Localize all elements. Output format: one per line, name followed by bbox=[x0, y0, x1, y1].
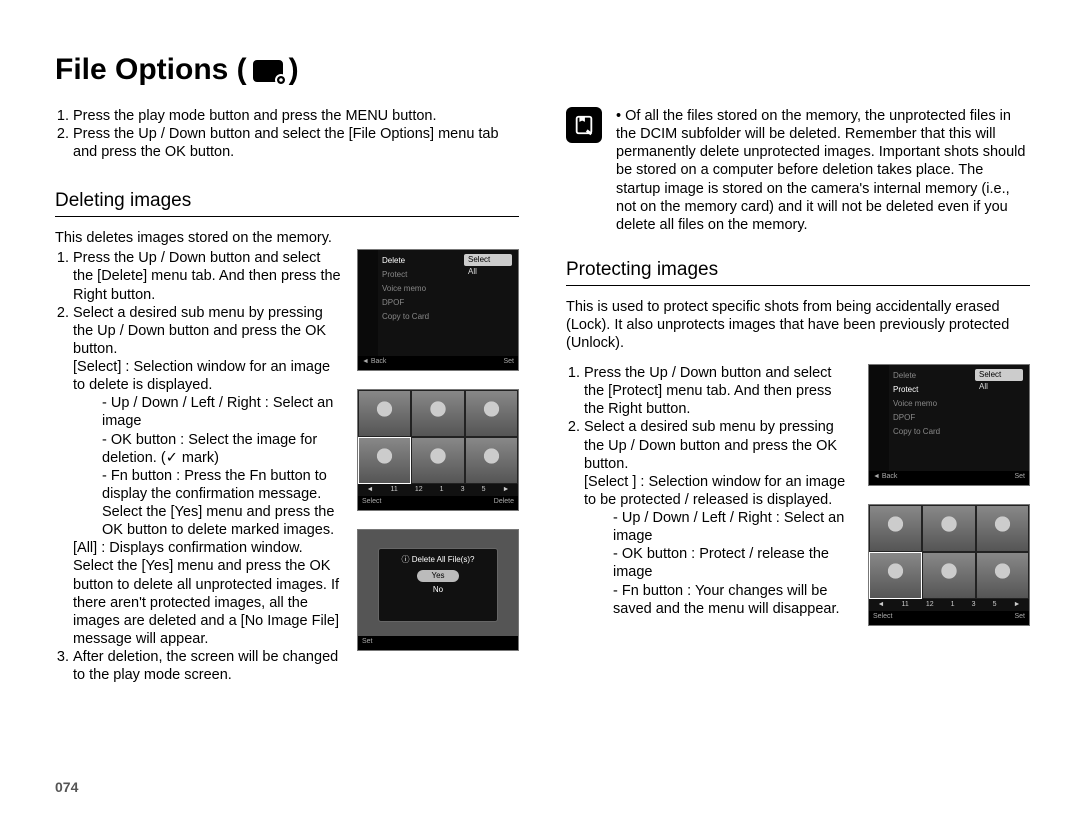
camera-screenshot-delete-menu: Delete Protect Voice memo DPOF Copy to C… bbox=[357, 249, 519, 371]
intro-step-1: Press the play mode button and press the… bbox=[73, 107, 519, 125]
camera-screenshot-protect-menu: Delete Protect Voice memo DPOF Copy to C… bbox=[868, 364, 1030, 486]
camera-screenshot-select-images: ◄ 11 12 1 3 5 ► Select Delete bbox=[357, 389, 519, 511]
heading-deleting-images: Deleting images bbox=[55, 189, 519, 217]
title-text-close: ) bbox=[289, 55, 299, 85]
deleting-step-1: Press the Up / Down button and select th… bbox=[73, 249, 343, 303]
note-block: • Of all the files stored on the memory,… bbox=[566, 107, 1030, 234]
deleting-steps: Press the Up / Down button and select th… bbox=[55, 249, 343, 684]
protecting-lead: This is used to protect specific shots f… bbox=[566, 298, 1030, 352]
check-icon: ✓ bbox=[166, 450, 178, 466]
heading-protecting-images: Protecting images bbox=[566, 258, 1030, 286]
deleting-step-2: Select a desired sub menu by pressing th… bbox=[73, 304, 343, 648]
file-options-icon bbox=[253, 55, 283, 85]
camera-screenshot-confirm-delete: ⓘ Delete All File(s)? Yes No Set bbox=[357, 529, 519, 651]
intro-steps: Press the play mode button and press the… bbox=[55, 107, 519, 161]
intro-step-2: Press the Up / Down button and select th… bbox=[73, 125, 519, 161]
camera-screenshot-protect-select: ◄ 11 12 1 3 5 ► Select Set bbox=[868, 504, 1030, 626]
bullet-icon: • bbox=[616, 108, 625, 124]
deleting-step-3: After deletion, the screen will be chang… bbox=[73, 648, 343, 684]
protecting-step-2: Select a desired sub menu by pressing th… bbox=[584, 418, 854, 617]
deleting-lead: This deletes images stored on the memory… bbox=[55, 229, 519, 247]
title-text-open: File Options ( bbox=[55, 55, 247, 85]
note-icon bbox=[566, 107, 602, 143]
note-text: Of all the files stored on the memory, t… bbox=[616, 108, 1025, 233]
protecting-step-1: Press the Up / Down button and select th… bbox=[584, 364, 854, 418]
page-title: File Options ( ) bbox=[55, 55, 1030, 85]
page-number: 074 bbox=[55, 779, 1030, 795]
protecting-steps: Press the Up / Down button and select th… bbox=[566, 364, 854, 618]
